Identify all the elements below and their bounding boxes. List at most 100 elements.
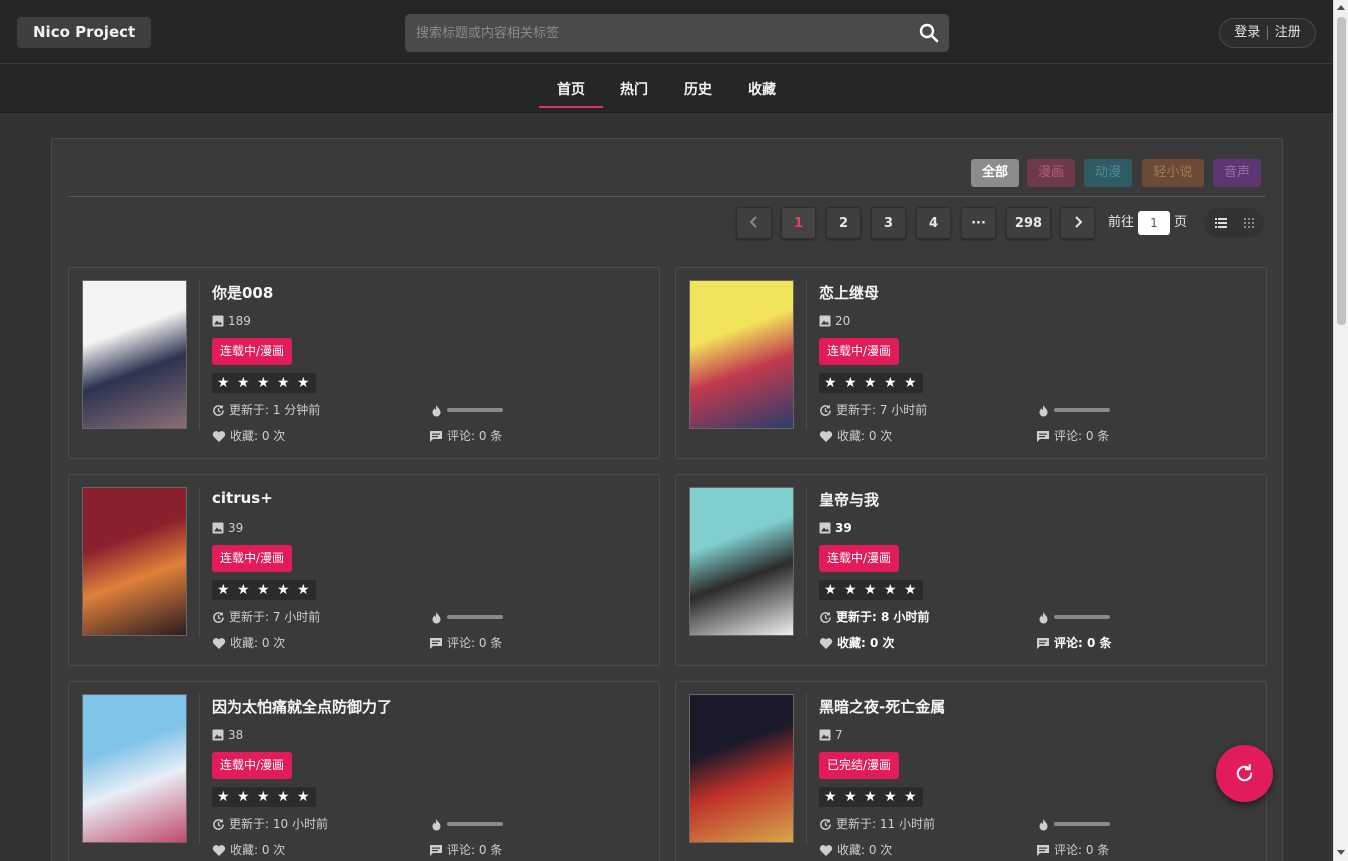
nav-favorites[interactable]: 收藏 [740,64,784,108]
star-icon[interactable]: ★ [844,375,857,391]
comment-count[interactable]: 评论: 0 条 [1036,842,1109,858]
status-tag[interactable]: 连载中/漫画 [212,752,293,779]
star-icon[interactable]: ★ [217,582,230,598]
work-card[interactable]: 黑暗之夜-死亡金属 7 已完结/漫画 ★ ★ ★ ★ ★ 更新于: 11 小时前 收藏: 0 次评… [675,681,1267,861]
next-page-button[interactable] [1060,207,1095,239]
star-icon[interactable]: ★ [844,789,857,805]
status-tag[interactable]: 连载中/漫画 [819,338,900,365]
favorite-count[interactable]: 收藏: 0 次 [819,842,892,858]
cover-image[interactable] [689,487,794,636]
nav-home[interactable]: 首页 [539,64,603,108]
star-icon[interactable]: ★ [904,789,917,805]
scrollbar-thumb[interactable] [1337,17,1346,325]
star-icon[interactable]: ★ [864,582,877,598]
favorite-count[interactable]: 收藏: 0 次 [819,635,895,651]
scroll-up-arrow[interactable] [1337,5,1345,10]
comment-count[interactable]: 评论: 0 条 [1036,428,1109,444]
star-icon[interactable]: ★ [824,582,837,598]
filter-button[interactable]: 音声 [1213,159,1261,187]
star-icon[interactable]: ★ [884,582,897,598]
filter-button[interactable]: 动漫 [1084,159,1132,187]
filter-button[interactable]: 全部 [971,159,1019,187]
star-icon[interactable]: ★ [257,789,270,805]
page-scrollbar[interactable] [1333,0,1348,861]
comment-count[interactable]: 评论: 0 条 [429,842,502,858]
star-icon[interactable]: ★ [237,789,250,805]
rating-stars[interactable]: ★ ★ ★ ★ ★ [212,787,316,807]
rating-stars[interactable]: ★ ★ ★ ★ ★ [212,373,316,393]
logo[interactable]: Nico Project [17,17,152,48]
rating-stars[interactable]: ★ ★ ★ ★ ★ [212,580,316,600]
page-button-2[interactable]: 2 [826,207,861,239]
scroll-down-arrow[interactable] [1337,850,1345,855]
status-tag[interactable]: 已完结/漫画 [819,752,900,779]
star-icon[interactable]: ★ [217,789,230,805]
status-tag[interactable]: 连载中/漫画 [819,545,900,572]
work-card[interactable]: citrus+ 39 连载中/漫画 ★ ★ ★ ★ ★ 更新于: 7 小时前 收藏: 0 次评论:… [68,474,660,666]
page-ellipsis-button[interactable]: ··· [961,207,996,239]
register-link[interactable]: 注册 [1275,25,1301,40]
cover-image[interactable] [689,694,794,843]
work-card[interactable]: 皇帝与我 39 连载中/漫画 ★ ★ ★ ★ ★ 更新于: 8 小时前 收藏: 0 次评论: 0 … [675,474,1267,666]
star-icon[interactable]: ★ [904,375,917,391]
rating-stars[interactable]: ★ ★ ★ ★ ★ [819,373,923,393]
star-icon[interactable]: ★ [277,582,290,598]
cover-image[interactable] [82,487,187,636]
favorite-count[interactable]: 收藏: 0 次 [212,428,285,444]
work-title[interactable]: citrus+ [212,489,273,507]
comment-count[interactable]: 评论: 0 条 [1036,635,1112,651]
cover-image[interactable] [689,280,794,429]
list-view-icon[interactable] [1212,214,1230,232]
star-icon[interactable]: ★ [824,375,837,391]
star-icon[interactable]: ★ [884,375,897,391]
star-icon[interactable]: ★ [864,375,877,391]
goto-page-input[interactable] [1138,211,1170,235]
star-icon[interactable]: ★ [277,375,290,391]
work-title[interactable]: 黑暗之夜-死亡金属 [819,696,945,717]
grid-view-icon[interactable] [1240,214,1258,232]
work-title[interactable]: 你是008 [212,282,273,303]
star-icon[interactable]: ★ [297,375,310,391]
star-icon[interactable]: ★ [904,582,917,598]
favorite-count[interactable]: 收藏: 0 次 [819,428,892,444]
star-icon[interactable]: ★ [257,375,270,391]
work-card[interactable]: 因为太怕痛就全点防御力了 38 连载中/漫画 ★ ★ ★ ★ ★ 更新于: 10 小时前 收藏: … [68,681,660,861]
page-button-3[interactable]: 3 [871,207,906,239]
nav-history[interactable]: 历史 [676,64,720,108]
star-icon[interactable]: ★ [844,582,857,598]
star-icon[interactable]: ★ [884,789,897,805]
work-title[interactable]: 恋上继母 [819,282,879,303]
refresh-button[interactable] [1216,745,1273,802]
comment-count[interactable]: 评论: 0 条 [429,428,502,444]
nav-popular[interactable]: 热门 [612,64,656,108]
favorite-count[interactable]: 收藏: 0 次 [212,635,285,651]
comment-count[interactable]: 评论: 0 条 [429,635,502,651]
rating-stars[interactable]: ★ ★ ★ ★ ★ [819,580,923,600]
star-icon[interactable]: ★ [864,789,877,805]
page-button-1[interactable]: 1 [781,207,816,239]
work-card[interactable]: 恋上继母 20 连载中/漫画 ★ ★ ★ ★ ★ 更新于: 7 小时前 收藏: 0 次评论: 0 … [675,267,1267,459]
star-icon[interactable]: ★ [824,789,837,805]
prev-page-button[interactable] [736,207,772,239]
work-card[interactable]: 你是008 189 连载中/漫画 ★ ★ ★ ★ ★ 更新于: 1 分钟前 收藏: 0 次评论: … [68,267,660,459]
filter-button[interactable]: 轻小说 [1142,159,1204,187]
star-icon[interactable]: ★ [217,375,230,391]
page-button-4[interactable]: 4 [916,207,951,239]
star-icon[interactable]: ★ [277,789,290,805]
work-title[interactable]: 皇帝与我 [819,489,879,510]
rating-stars[interactable]: ★ ★ ★ ★ ★ [819,787,923,807]
star-icon[interactable]: ★ [237,582,250,598]
filter-button[interactable]: 漫画 [1027,159,1075,187]
star-icon[interactable]: ★ [237,375,250,391]
work-title[interactable]: 因为太怕痛就全点防御力了 [212,696,392,717]
cover-image[interactable] [82,280,187,429]
star-icon[interactable]: ★ [297,789,310,805]
star-icon[interactable]: ★ [257,582,270,598]
status-tag[interactable]: 连载中/漫画 [212,545,293,572]
cover-image[interactable] [82,694,187,843]
search-icon[interactable] [919,23,939,43]
star-icon[interactable]: ★ [297,582,310,598]
favorite-count[interactable]: 收藏: 0 次 [212,842,285,858]
status-tag[interactable]: 连载中/漫画 [212,338,293,365]
search-input[interactable] [405,14,895,52]
